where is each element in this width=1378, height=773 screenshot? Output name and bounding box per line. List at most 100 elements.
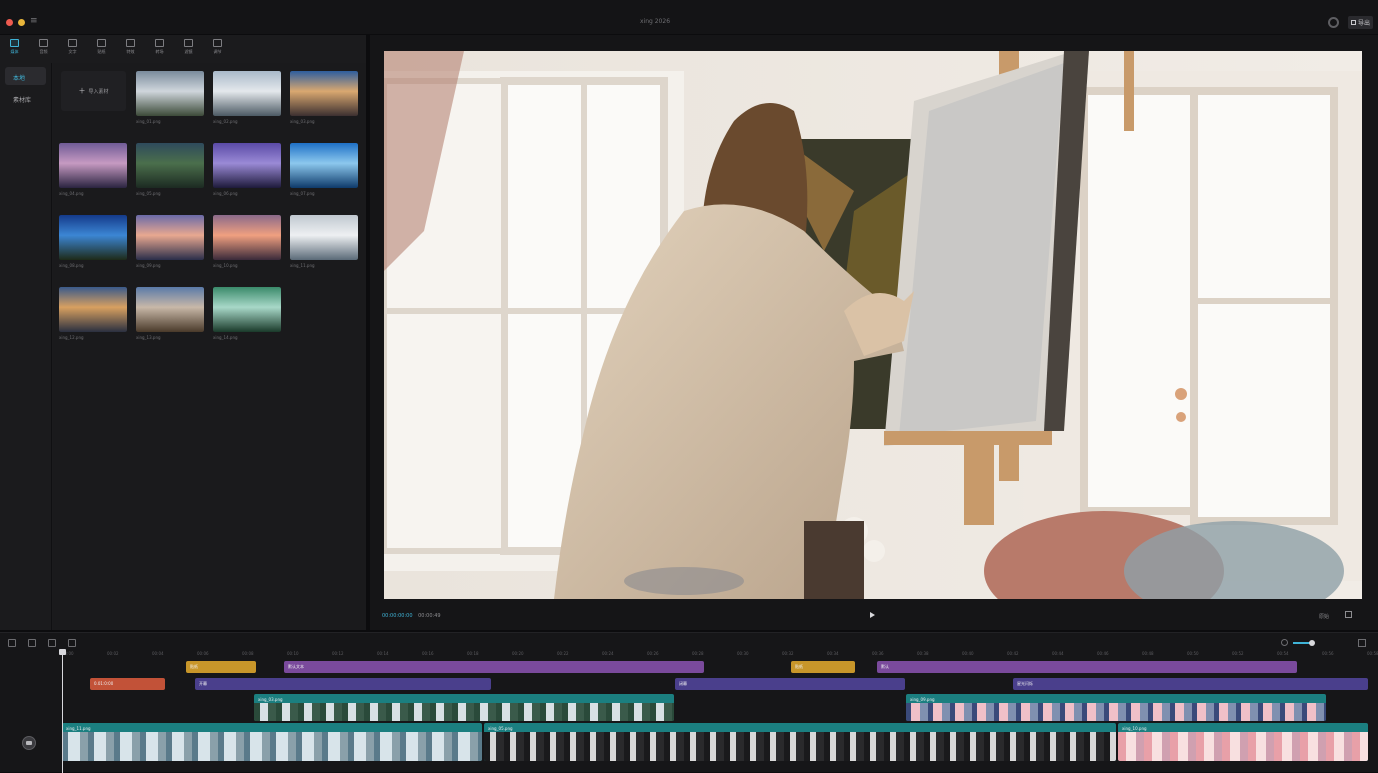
media-library: ＋ 导入素材 xing_01.png xing_02.png xing_03.png… bbox=[53, 63, 366, 630]
thumbnail-label: xing_06.png bbox=[213, 191, 238, 196]
effects-icon bbox=[126, 39, 135, 47]
thumbnail-image bbox=[59, 143, 127, 188]
media-thumbnail[interactable] bbox=[59, 143, 127, 188]
tool-label: 音频 bbox=[39, 49, 48, 54]
ruler-tick-label: 00:58 bbox=[1367, 651, 1378, 656]
media-thumbnail[interactable] bbox=[290, 143, 358, 188]
tool-text[interactable]: 文字 bbox=[58, 35, 87, 59]
thumbnail-label: xing_08.png bbox=[59, 263, 84, 268]
menu-icon[interactable]: ≡ bbox=[30, 16, 38, 26]
thumbnail-label: xing_12.png bbox=[59, 335, 84, 340]
duration: 00:00:49 bbox=[418, 613, 441, 619]
tool-label: 文字 bbox=[68, 49, 77, 54]
gear-icon[interactable] bbox=[1328, 17, 1339, 28]
text-clip[interactable]: 默认文本 bbox=[284, 661, 704, 673]
media-thumbnail[interactable] bbox=[59, 215, 127, 260]
thumbnail-image bbox=[59, 215, 127, 260]
import-button[interactable]: ＋ 导入素材 bbox=[61, 71, 126, 111]
play-icon[interactable] bbox=[870, 612, 875, 618]
thumbnail-label: xing_14.png bbox=[213, 335, 238, 340]
tool-effects[interactable]: 特效 bbox=[116, 35, 145, 59]
media-thumbnail[interactable] bbox=[136, 287, 204, 332]
tool-sticker[interactable]: 贴纸 bbox=[87, 35, 116, 59]
tool-filter[interactable]: 滤镜 bbox=[174, 35, 203, 59]
time-ruler[interactable]: 00:00 00:02 00:04 00:06 00:08 00:10 00:12 00:14… bbox=[62, 649, 1378, 659]
media-thumbnail[interactable] bbox=[213, 215, 281, 260]
media-thumbnail[interactable] bbox=[290, 215, 358, 260]
clip-filmstrip bbox=[484, 732, 1116, 761]
sticker-clip[interactable]: 贴纸 bbox=[186, 661, 256, 673]
close-window-button[interactable] bbox=[6, 19, 13, 26]
export-button[interactable]: 导出 bbox=[1348, 16, 1374, 29]
ruler-tick-label: 00:46 bbox=[1097, 651, 1109, 656]
thumbnail-label: xing_01.png bbox=[136, 119, 161, 124]
media-thumbnail[interactable] bbox=[136, 143, 204, 188]
category-item[interactable]: 素材库 bbox=[5, 89, 46, 107]
timeline-tools bbox=[8, 639, 76, 647]
clip-label: 星光闪烁 bbox=[1017, 681, 1033, 686]
ruler-tick-label: 00:32 bbox=[782, 651, 794, 656]
ruler-tick-label: 00:36 bbox=[872, 651, 884, 656]
ratio-select[interactable]: 原始 bbox=[1319, 613, 1329, 620]
timeline-settings-icon[interactable] bbox=[1358, 639, 1366, 647]
thumbnail-image bbox=[136, 215, 204, 260]
tool-audio[interactable]: 音频 bbox=[29, 35, 58, 59]
overlay-clip[interactable]: xing_03.png bbox=[254, 694, 674, 721]
ruler-tick-label: 00:50 bbox=[1187, 651, 1199, 656]
window-title: xing 2026 bbox=[640, 18, 671, 25]
delete-icon[interactable] bbox=[68, 639, 76, 647]
thumbnail-image bbox=[290, 215, 358, 260]
category-sidebar: 本地 素材库 bbox=[0, 63, 52, 630]
title-bar: ≡ xing 2026 导出 bbox=[0, 0, 1378, 34]
media-thumbnail[interactable] bbox=[136, 215, 204, 260]
effect-clip[interactable]: 闭幕 bbox=[675, 678, 905, 690]
tool-transition[interactable]: 转场 bbox=[145, 35, 174, 59]
clip-label: xing_10.png bbox=[1122, 726, 1147, 731]
media-thumbnail[interactable] bbox=[213, 71, 281, 116]
ruler-tick-label: 00:02 bbox=[107, 651, 119, 656]
ruler-tick-label: 00:10 bbox=[287, 651, 299, 656]
thumbnail-image bbox=[290, 71, 358, 116]
thumbnail-label: xing_05.png bbox=[136, 191, 161, 196]
clip-label: 开幕 bbox=[199, 681, 207, 686]
text-clip[interactable]: 默认 bbox=[877, 661, 1297, 673]
thumbnail-label: xing_13.png bbox=[136, 335, 161, 340]
thumbnail-image bbox=[213, 143, 281, 188]
split-icon[interactable] bbox=[48, 639, 56, 647]
media-thumbnail[interactable] bbox=[213, 143, 281, 188]
effect-clip[interactable]: 星光闪烁 bbox=[1013, 678, 1368, 690]
sticker-clip[interactable]: 贴纸 bbox=[791, 661, 855, 673]
minimize-window-button[interactable] bbox=[18, 19, 25, 26]
undo-icon[interactable] bbox=[8, 639, 16, 647]
main-clip[interactable]: xing_05.png bbox=[484, 723, 1116, 761]
ruler-tick-label: 00:08 bbox=[242, 651, 254, 656]
tool-adjust[interactable]: 调节 bbox=[203, 35, 232, 59]
media-thumbnail[interactable] bbox=[290, 71, 358, 116]
ruler-tick-label: 00:06 bbox=[197, 651, 209, 656]
playhead[interactable] bbox=[59, 649, 66, 773]
ruler-tick-label: 00:52 bbox=[1232, 651, 1244, 656]
main-clip[interactable]: xing_10.png bbox=[1118, 723, 1368, 761]
video-preview[interactable] bbox=[384, 51, 1362, 599]
zoom-out-icon[interactable] bbox=[1281, 639, 1288, 646]
zoom-slider[interactable] bbox=[1293, 639, 1315, 646]
audio-icon bbox=[39, 39, 48, 47]
category-item[interactable]: 本地 bbox=[5, 67, 46, 85]
ruler-tick-label: 00:24 bbox=[602, 651, 614, 656]
tool-media[interactable]: 媒体 bbox=[0, 35, 29, 59]
fullscreen-icon[interactable] bbox=[1345, 611, 1352, 618]
redo-icon[interactable] bbox=[28, 639, 36, 647]
overlay-clip[interactable]: xing_09.png bbox=[906, 694, 1326, 721]
media-thumbnail[interactable] bbox=[213, 287, 281, 332]
timecode: 00:00:00:00 00:00:49 bbox=[382, 613, 441, 619]
effect-clip[interactable]: 开幕 bbox=[195, 678, 491, 690]
ruler-tick-label: 00:28 bbox=[692, 651, 704, 656]
clip-label: 闭幕 bbox=[679, 681, 687, 686]
main-clip[interactable]: xing_11.png bbox=[62, 723, 482, 761]
media-thumbnail[interactable] bbox=[136, 71, 204, 116]
media-thumbnail[interactable] bbox=[59, 287, 127, 332]
clip-label: xing_11.png bbox=[66, 726, 91, 731]
effect-clip[interactable]: 0.01:0:00 bbox=[90, 678, 165, 690]
clip-label: 默认 bbox=[881, 664, 889, 669]
main-track-icon[interactable] bbox=[22, 736, 36, 750]
